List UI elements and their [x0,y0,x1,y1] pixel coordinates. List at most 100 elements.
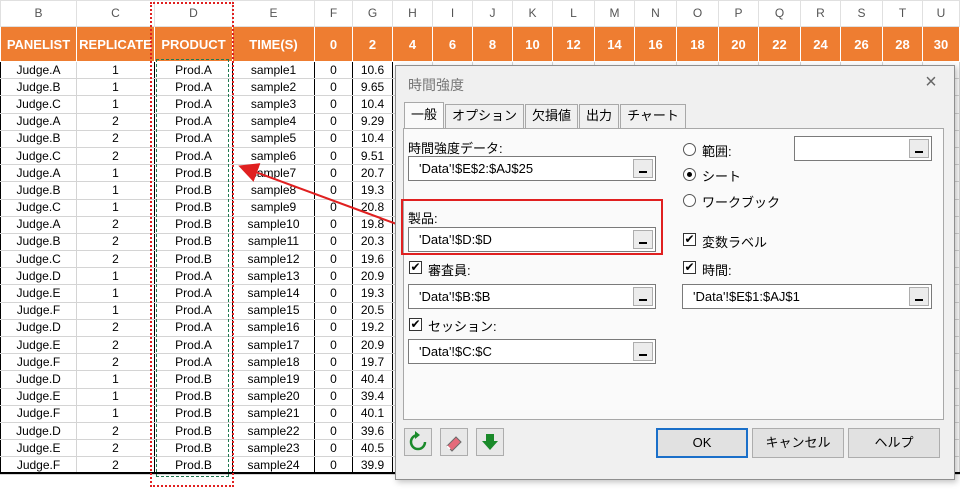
table-cell[interactable]: sample3 [232,95,315,114]
table-cell[interactable]: Judge.D [0,267,77,286]
table-cell[interactable]: 2 [76,439,155,458]
column-header[interactable]: 2 [352,26,393,62]
table-cell[interactable]: 10.4 [352,129,393,148]
column-letter[interactable]: R [800,0,841,27]
table-cell[interactable]: 1 [76,181,155,200]
table-cell[interactable]: Judge.A [0,164,77,183]
table-cell[interactable]: Judge.D [0,370,77,389]
table-cell[interactable]: Judge.B [0,181,77,200]
table-cell[interactable]: Judge.D [0,318,77,338]
table-cell[interactable]: 1 [76,301,155,320]
session-checkbox[interactable]: ✔ [409,318,422,331]
tab-general[interactable]: 一般 [404,102,445,128]
reset-button[interactable] [404,428,432,456]
table-cell[interactable]: Judge.A [0,112,77,131]
table-cell[interactable]: 2 [76,250,155,269]
column-letter[interactable]: F [314,0,353,27]
table-cell[interactable]: 2 [76,146,155,166]
column-letter[interactable]: L [552,0,595,27]
table-cell[interactable]: 20.5 [352,301,393,320]
table-cell[interactable]: 0 [314,404,353,423]
table-cell[interactable]: 0 [314,60,353,80]
table-cell[interactable]: sample22 [232,421,315,441]
table-cell[interactable]: 2 [76,112,155,131]
table-cell[interactable]: 0 [314,301,353,320]
load-button[interactable] [476,428,504,456]
column-letter[interactable]: M [594,0,635,27]
table-cell[interactable]: Judge.B [0,232,77,252]
table-cell[interactable]: 2 [76,353,155,372]
table-cell[interactable]: 0 [314,387,353,406]
table-cell[interactable]: Judge.F [0,301,77,320]
table-cell[interactable]: 40.4 [352,370,393,389]
tab-output[interactable]: 出力 [579,104,620,128]
table-cell[interactable]: 20.8 [352,198,393,217]
table-cell[interactable]: 20.9 [352,267,393,286]
table-cell[interactable]: 1 [76,267,155,286]
table-cell[interactable]: 1 [76,60,155,80]
table-cell[interactable]: sample13 [232,267,315,286]
clear-button[interactable] [440,428,468,456]
data-range-field[interactable]: 'Data'!$E$2:$AJ$25 [408,156,656,181]
table-cell[interactable]: sample2 [232,78,315,97]
column-header[interactable]: 18 [676,26,719,62]
table-cell[interactable]: Judge.D [0,421,77,441]
table-cell[interactable]: sample15 [232,301,315,320]
tab-chart[interactable]: チャート [620,104,686,128]
workbook-radio[interactable] [683,194,696,207]
table-cell[interactable]: 19.3 [352,181,393,200]
table-cell[interactable]: Judge.C [0,198,77,217]
table-cell[interactable]: sample1 [232,60,315,80]
table-cell[interactable]: sample9 [232,198,315,217]
column-header[interactable]: 4 [392,26,433,62]
table-cell[interactable]: 0 [314,146,353,166]
column-header[interactable]: 26 [840,26,883,62]
column-header[interactable]: 28 [882,26,923,62]
table-cell[interactable]: 2 [76,232,155,252]
judges-checkbox[interactable]: ✔ [409,261,422,274]
column-letter[interactable]: C [76,0,155,27]
table-cell[interactable]: Judge.E [0,335,77,355]
table-cell[interactable]: 1 [76,95,155,114]
table-cell[interactable]: sample5 [232,129,315,148]
judges-range-field[interactable]: 'Data'!$B:$B [408,284,656,309]
time-range-field[interactable]: 'Data'!$E$1:$AJ$1 [682,284,932,309]
table-cell[interactable]: 1 [76,387,155,406]
tab-missing-values[interactable]: 欠損値 [525,104,579,128]
range-select-button[interactable] [909,287,929,306]
table-cell[interactable]: 0 [314,78,353,97]
table-cell[interactable]: 2 [76,215,155,234]
column-letter[interactable]: T [882,0,923,27]
table-cell[interactable]: 20.9 [352,335,393,355]
column-header[interactable]: 16 [634,26,677,62]
table-cell[interactable]: Judge.C [0,146,77,166]
table-cell[interactable]: Judge.A [0,60,77,80]
column-header[interactable]: 20 [718,26,759,62]
range-select-button[interactable] [633,342,653,361]
table-cell[interactable]: Judge.E [0,284,77,303]
range-select-button[interactable] [633,287,653,306]
close-icon[interactable]: × [920,72,942,94]
column-letter[interactable]: G [352,0,393,27]
table-cell[interactable]: 2 [76,129,155,148]
tab-options[interactable]: オプション [445,104,525,128]
column-letter[interactable]: E [232,0,315,27]
column-letter[interactable]: P [718,0,759,27]
table-cell[interactable]: 1 [76,78,155,97]
table-cell[interactable]: 1 [76,164,155,183]
column-header[interactable]: 10 [512,26,553,62]
table-cell[interactable]: 2 [76,421,155,441]
help-button[interactable]: ヘルプ [848,428,940,458]
column-header[interactable]: 6 [432,26,473,62]
table-cell[interactable]: sample23 [232,439,315,458]
column-letter[interactable]: O [676,0,719,27]
column-letter[interactable]: J [472,0,513,27]
cancel-button[interactable]: キャンセル [752,428,844,458]
table-cell[interactable]: 0 [314,421,353,441]
ok-button[interactable]: OK [656,428,748,458]
column-letter[interactable]: K [512,0,553,27]
table-cell[interactable]: 20.7 [352,164,393,183]
table-cell[interactable]: sample6 [232,146,315,166]
table-cell[interactable]: Judge.C [0,95,77,114]
range-select-button[interactable] [909,139,929,158]
